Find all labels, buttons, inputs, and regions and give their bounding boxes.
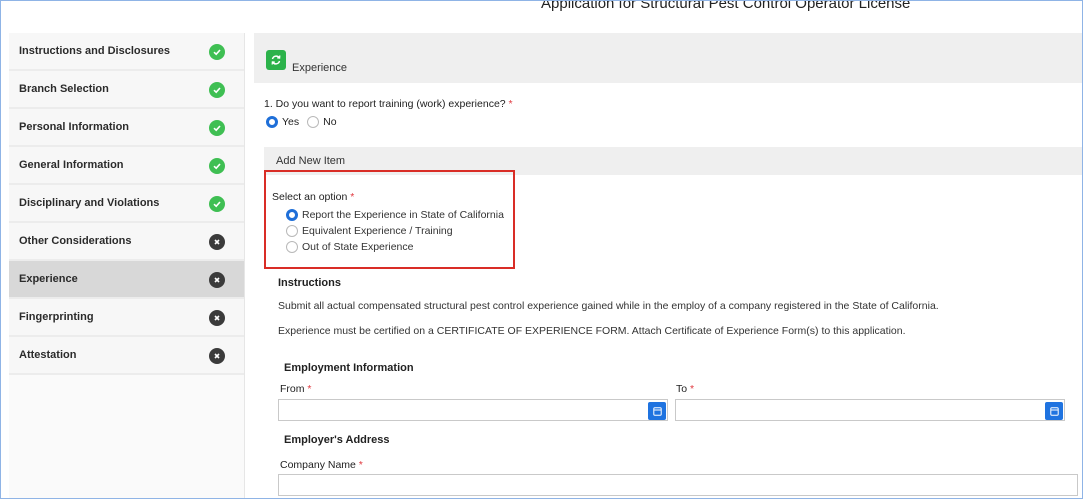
radio-button[interactable] [286, 241, 298, 253]
company-name-input[interactable] [278, 474, 1078, 496]
employment-heading: Employment Information [284, 362, 414, 374]
from-label: From * [280, 383, 312, 395]
no-radio-label[interactable]: No [323, 116, 336, 128]
section-header: Experience [254, 33, 1082, 83]
sidebar-item-instructions[interactable]: Instructions and Disclosures [9, 33, 244, 71]
check-circle-icon [209, 44, 225, 60]
sidebar-item-attestation[interactable]: Attestation [9, 337, 244, 375]
option-equivalent-experience[interactable]: Equivalent Experience / Training [272, 223, 504, 239]
radio-button[interactable] [286, 209, 298, 221]
app-frame: Application for Structural Pest Control … [0, 0, 1083, 499]
check-circle-icon [209, 82, 225, 98]
check-circle-icon [209, 196, 225, 212]
select-option-label: Select an option * [272, 191, 355, 203]
x-circle-icon [209, 234, 225, 250]
option-label: Out of State Experience [302, 241, 414, 253]
to-label: To * [676, 383, 695, 395]
x-circle-icon [209, 310, 225, 326]
option-label: Report the Experience in State of Califo… [302, 209, 504, 221]
sidebar-item-fingerprinting[interactable]: Fingerprinting [9, 299, 244, 337]
required-marker: * [690, 383, 695, 395]
to-date-input[interactable] [675, 399, 1065, 421]
refresh-icon[interactable] [266, 50, 286, 70]
no-radio[interactable] [307, 116, 320, 128]
sidebar-item-general-information[interactable]: General Information [9, 147, 244, 185]
sidebar-item-branch-selection[interactable]: Branch Selection [9, 71, 244, 109]
sidebar-item-experience[interactable]: Experience [9, 261, 244, 299]
instructions-paragraph: Submit all actual compensated structural… [278, 300, 939, 312]
company-name-label: Company Name * [280, 459, 363, 471]
radio-button[interactable] [286, 225, 298, 237]
sidebar-nav: Instructions and Disclosures Branch Sele… [9, 33, 245, 498]
sidebar-item-disciplinary[interactable]: Disciplinary and Violations [9, 185, 244, 223]
calendar-icon[interactable] [1045, 402, 1063, 420]
x-circle-icon [209, 272, 225, 288]
required-marker: * [350, 191, 355, 203]
employer-address-heading: Employer's Address [284, 434, 390, 446]
question-text: 1. Do you want to report training (work)… [264, 98, 506, 110]
required-marker: * [508, 98, 513, 110]
option-california-experience[interactable]: Report the Experience in State of Califo… [272, 207, 504, 223]
check-circle-icon [209, 120, 225, 136]
experience-type-radio-group: Select an option * Report the Experience… [272, 191, 504, 255]
required-marker: * [307, 383, 312, 395]
option-label: Equivalent Experience / Training [302, 225, 453, 237]
from-date-input[interactable] [278, 399, 668, 421]
add-new-item-label: Add New Item [276, 155, 346, 167]
x-circle-icon [209, 348, 225, 364]
yes-radio-label[interactable]: Yes [282, 116, 299, 128]
sidebar-item-personal-information[interactable]: Personal Information [9, 109, 244, 147]
sidebar-item-other-considerations[interactable]: Other Considerations [9, 223, 244, 261]
yes-no-radio-group: Yes No [266, 116, 337, 128]
question-training-experience: 1. Do you want to report training (work)… [264, 98, 513, 110]
page-title: Application for Structural Pest Control … [541, 0, 911, 12]
instructions-paragraph: Experience must be certified on a CERTIF… [278, 325, 906, 337]
section-title: Experience [292, 62, 348, 74]
calendar-icon[interactable] [648, 402, 666, 420]
check-circle-icon [209, 158, 225, 174]
instructions-heading: Instructions [278, 277, 341, 289]
yes-radio[interactable] [266, 116, 278, 128]
option-out-of-state[interactable]: Out of State Experience [272, 239, 504, 255]
required-marker: * [358, 459, 363, 471]
main-content: Experience 1. Do you want to report trai… [254, 33, 1082, 498]
